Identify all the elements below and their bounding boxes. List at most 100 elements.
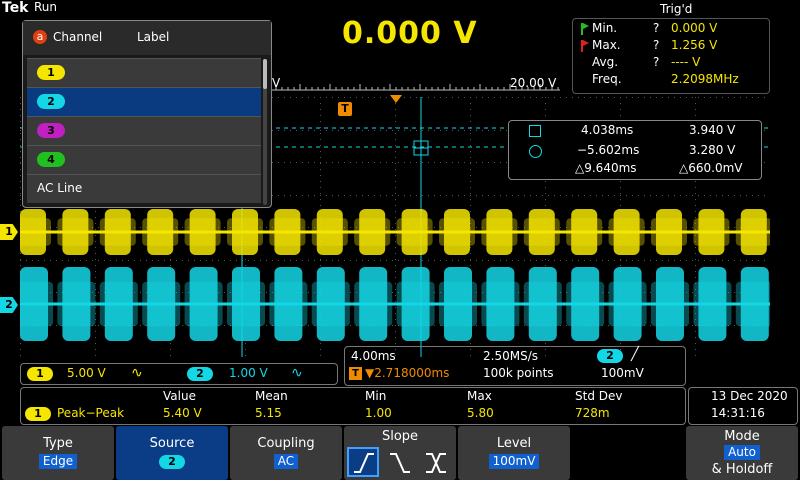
cursor-a-volt: 3.940 V xyxy=(689,123,736,137)
cursor-b-time: −5.602ms xyxy=(577,143,640,157)
trigger-status: Trig'd xyxy=(660,2,693,16)
meas-header-max: Max xyxy=(467,389,492,403)
ruler-left-label: V xyxy=(272,76,281,90)
meas-min: 1.00 xyxy=(365,406,392,420)
stat-label: Freq. xyxy=(592,72,622,86)
ruler-right-label: 20.00 V xyxy=(510,76,557,90)
stat-row-min: Min. ? 0.000 V xyxy=(573,21,769,38)
mode-holdoff-softkey[interactable]: Mode Auto & Holdoff xyxy=(686,426,798,480)
ac-line-label: AC Line xyxy=(37,181,83,195)
channel-chip: 1 xyxy=(37,65,65,80)
type-softkey[interactable]: Type Edge xyxy=(2,426,114,480)
cursor-b-circle-icon xyxy=(529,145,542,158)
cursor-a-time: 4.038ms xyxy=(581,123,634,137)
channel-menu-item-4[interactable]: 4 xyxy=(27,145,261,174)
ch2-scale: 1.00 V xyxy=(229,366,268,380)
level-softkey[interactable]: Level 100mV xyxy=(458,426,570,480)
meas-max: 5.80 xyxy=(467,406,494,420)
stat-label: Min. xyxy=(592,21,618,35)
ch2-ground-marker[interactable]: 2 xyxy=(0,297,18,313)
coupling-softkey[interactable]: Coupling AC xyxy=(230,426,342,480)
date: 13 Dec 2020 xyxy=(711,389,788,403)
max-flag-icon xyxy=(581,40,589,52)
type-label: Type xyxy=(43,436,73,451)
source-label: Source xyxy=(149,436,195,451)
meas-header-min: Min xyxy=(365,389,387,403)
knob-a-icon: a xyxy=(33,30,47,44)
sample-rate: 2.50MS/s xyxy=(483,349,538,363)
meas-header-stddev: Std Dev xyxy=(575,389,623,403)
brand-logo: Tek xyxy=(2,0,29,16)
time: 14:31:16 xyxy=(711,406,765,420)
min-flag-icon xyxy=(581,23,589,35)
meas-name: Peak−Peak xyxy=(57,406,125,420)
cursor-readout-panel: 4.038ms 3.940 V −5.602ms 3.280 V △9.640m… xyxy=(508,120,762,180)
trigger-level-readout: 100mV xyxy=(601,366,644,380)
holdoff-label: & Holdoff xyxy=(711,462,773,477)
time-per-div: 4.00ms xyxy=(351,349,396,363)
ch1-scale: 5.00 V xyxy=(67,366,106,380)
channel-menu-item-3[interactable]: 3 xyxy=(27,116,261,145)
cursor-delta-time: △9.640ms xyxy=(575,161,637,175)
ch1-pill[interactable]: 1 xyxy=(27,367,53,381)
rising-slope-option[interactable] xyxy=(347,447,379,477)
channel-menu-item-1[interactable]: 1 xyxy=(27,58,261,87)
trigger-t-icon: T xyxy=(349,367,362,380)
stat-label: Avg. xyxy=(592,55,619,69)
run-status: Run xyxy=(34,0,58,14)
channel-menu-item-ac-line[interactable]: AC Line xyxy=(27,174,261,203)
datetime-display[interactable]: 13 Dec 2020 14:31:16 xyxy=(688,387,798,425)
stat-value: 1.256 V xyxy=(671,38,718,52)
cursor-b-volt: 3.280 V xyxy=(689,143,736,157)
meas-header-value: Value xyxy=(163,389,196,403)
channel-chip: 2 xyxy=(37,94,65,109)
source-value: 2 xyxy=(159,455,185,469)
ch1-ground-marker[interactable]: 1 xyxy=(0,224,18,240)
meas-mean: 5.15 xyxy=(255,406,282,420)
cursor-readout-value: 0.000 V xyxy=(342,16,478,51)
stat-q: ? xyxy=(653,21,660,35)
trigger-marker[interactable]: T xyxy=(338,102,352,116)
cursor-delta-volt: △660.0mV xyxy=(679,161,743,175)
rising-slope-icon: ╱ xyxy=(631,347,639,362)
slope-softkey[interactable]: Slope xyxy=(344,426,456,480)
source-softkey[interactable]: Source 2 xyxy=(116,426,228,480)
channel-menu: a Channel Label 1 2 3 4 AC Line xyxy=(22,20,272,208)
stat-value: 0.000 V xyxy=(671,21,718,35)
stat-q: ? xyxy=(653,55,660,69)
trigger-position-icon[interactable] xyxy=(390,95,402,103)
channel-readout-bar[interactable]: 1 5.00 V ∿ 2 1.00 V ∿ xyxy=(20,363,338,385)
level-value: 100mV xyxy=(488,454,540,469)
stat-row-freq: Freq. 2.2098MHz xyxy=(573,72,769,89)
measurement-panel[interactable]: Value Mean Min Max Std Dev 1 Peak−Peak 5… xyxy=(20,387,686,425)
ch1-ac-coupling-icon: ∿ xyxy=(131,365,143,381)
meas-value: 5.40 V xyxy=(163,406,202,420)
trigger-source-pill: 2 xyxy=(597,349,623,363)
channel-chip: 4 xyxy=(37,152,65,167)
coupling-label: Coupling xyxy=(257,436,315,451)
coupling-value: AC xyxy=(273,454,299,469)
stat-row-avg: Avg. ? ---- V xyxy=(573,55,769,72)
meas-channel-pill: 1 xyxy=(25,407,51,421)
stat-value: ---- V xyxy=(671,55,701,69)
ch2-ac-coupling-icon: ∿ xyxy=(291,365,303,381)
record-length: 100k points xyxy=(483,366,554,380)
horizontal-readout[interactable]: 4.00ms 2.50MS/s 2 ╱ T ▼2.718000ms 100k p… xyxy=(344,346,686,386)
stat-label: Max. xyxy=(592,38,621,52)
falling-edge-icon[interactable] xyxy=(390,453,410,473)
channel-menu-item-2[interactable]: 2 xyxy=(27,87,261,116)
statistics-panel: Min. ? 0.000 V Max. ? 1.256 V Avg. ? ---… xyxy=(572,18,770,94)
label-column-header: Label xyxy=(137,30,170,44)
stat-row-max: Max. ? 1.256 V xyxy=(573,38,769,55)
scrollbar-thumb[interactable] xyxy=(263,59,267,89)
meas-stddev: 728m xyxy=(575,406,610,420)
slope-options[interactable] xyxy=(346,446,454,478)
channel-menu-scrollbar[interactable] xyxy=(263,59,267,205)
channel-menu-header: a Channel Label xyxy=(23,21,271,55)
trigger-delay: ▼2.718000ms xyxy=(365,366,450,380)
ch2-pill[interactable]: 2 xyxy=(187,367,213,381)
channel-column-header: Channel xyxy=(53,30,103,44)
ch2-waveform xyxy=(20,267,770,341)
mode-label: Mode xyxy=(724,429,760,444)
channel-chip: 3 xyxy=(37,123,65,138)
